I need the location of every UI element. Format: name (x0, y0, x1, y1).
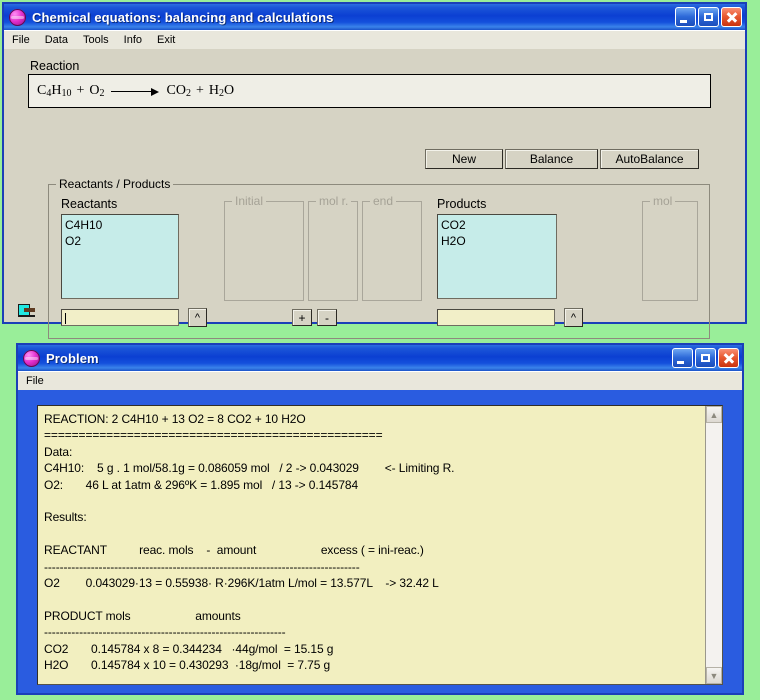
maximize-icon[interactable] (698, 7, 719, 27)
menu-item-tools[interactable]: Tools (81, 33, 116, 47)
menu-item-file[interactable]: File (10, 33, 37, 47)
autobalance-button[interactable]: AutoBalance (600, 149, 699, 169)
app-sphere-icon (23, 350, 40, 367)
problem-output-text[interactable]: REACTION: 2 C4H10 + 13 O2 = 8 CO2 + 10 H… (38, 406, 705, 684)
mol-ratio-group: mol r. (308, 201, 358, 301)
problem-window-titlebar[interactable]: Problem (18, 345, 742, 371)
reaction-product-1: CO2 (167, 83, 191, 99)
list-item[interactable]: C4H10 (65, 217, 178, 233)
reactant-up-arrow-icon[interactable]: ^ (188, 308, 207, 327)
close-icon[interactable] (718, 348, 739, 368)
reaction-product-2: H2O (209, 83, 234, 99)
app-sphere-icon (9, 9, 26, 26)
menu-item-info[interactable]: Info (122, 33, 149, 47)
products-label: Products (437, 197, 486, 211)
scrollbar-track[interactable] (706, 423, 722, 667)
main-window-titlebar[interactable]: Chemical equations: balancing and calcul… (4, 4, 745, 30)
problem-window-title: Problem (46, 351, 672, 366)
problem-output-scrollbar[interactable]: ▲ ▼ (705, 406, 722, 684)
menu-item-file[interactable]: File (24, 374, 51, 388)
close-icon[interactable] (721, 7, 742, 27)
initial-legend: Initial (232, 194, 266, 208)
problem-window-titlebar-buttons (672, 348, 739, 368)
list-item[interactable]: O2 (65, 233, 178, 249)
balance-button[interactable]: Balance (505, 149, 598, 169)
add-species-button[interactable]: + (292, 309, 312, 326)
chemistry-flask-icon[interactable] (18, 304, 34, 318)
text-caret (65, 313, 66, 324)
list-item[interactable]: CO2 (441, 217, 556, 233)
reactants-products-legend: Reactants / Products (56, 177, 173, 191)
reactants-products-group: Reactants / Products Reactants C4H10 O2 … (48, 184, 710, 339)
minimize-icon[interactable] (675, 7, 696, 27)
scroll-down-icon[interactable]: ▼ (706, 667, 722, 684)
reaction-arrow-icon (111, 86, 161, 96)
product-input[interactable] (437, 309, 555, 326)
mol-group: mol (642, 201, 698, 301)
initial-group: Initial (224, 201, 304, 301)
menu-item-data[interactable]: Data (43, 33, 75, 47)
mol-ratio-legend: mol r. (316, 194, 351, 208)
problem-window: Problem File REACTION: 2 C4H10 + 13 O2 =… (16, 343, 744, 695)
main-window: Chemical equations: balancing and calcul… (2, 2, 747, 324)
main-window-title: Chemical equations: balancing and calcul… (32, 10, 675, 25)
maximize-icon[interactable] (695, 348, 716, 368)
reaction-display[interactable]: C4H10 + O2 CO2 + H2O (28, 74, 711, 108)
main-window-titlebar-buttons (675, 7, 742, 27)
problem-output-panel: REACTION: 2 C4H10 + 13 O2 = 8 CO2 + 10 H… (37, 405, 723, 685)
reaction-label: Reaction (30, 59, 79, 73)
main-menubar: File Data Tools Info Exit (4, 30, 745, 49)
end-group: end (362, 201, 422, 301)
menu-item-exit[interactable]: Exit (155, 33, 182, 47)
reactants-label: Reactants (61, 197, 117, 211)
product-up-arrow-icon[interactable]: ^ (564, 308, 583, 327)
problem-menubar: File (18, 371, 742, 390)
scroll-up-icon[interactable]: ▲ (706, 406, 722, 423)
new-button[interactable]: New (425, 149, 503, 169)
end-legend: end (370, 194, 396, 208)
products-listbox[interactable]: CO2 H2O (437, 214, 557, 299)
reaction-plus-2: + (196, 83, 204, 99)
list-item[interactable]: H2O (441, 233, 556, 249)
minimize-icon[interactable] (672, 348, 693, 368)
reactant-input[interactable] (61, 309, 179, 326)
reaction-plus-1: + (76, 83, 84, 99)
main-window-client-area: Reaction C4H10 + O2 CO2 + H2O New Balanc… (4, 49, 745, 322)
reactants-listbox[interactable]: C4H10 O2 (61, 214, 179, 299)
remove-species-button[interactable]: - (317, 309, 337, 326)
problem-window-client-area: REACTION: 2 C4H10 + 13 O2 = 8 CO2 + 10 H… (18, 390, 742, 693)
reaction-reactant-1: C4H10 (37, 83, 71, 99)
reaction-reactant-2: O2 (89, 83, 104, 99)
mol-legend: mol (650, 194, 675, 208)
